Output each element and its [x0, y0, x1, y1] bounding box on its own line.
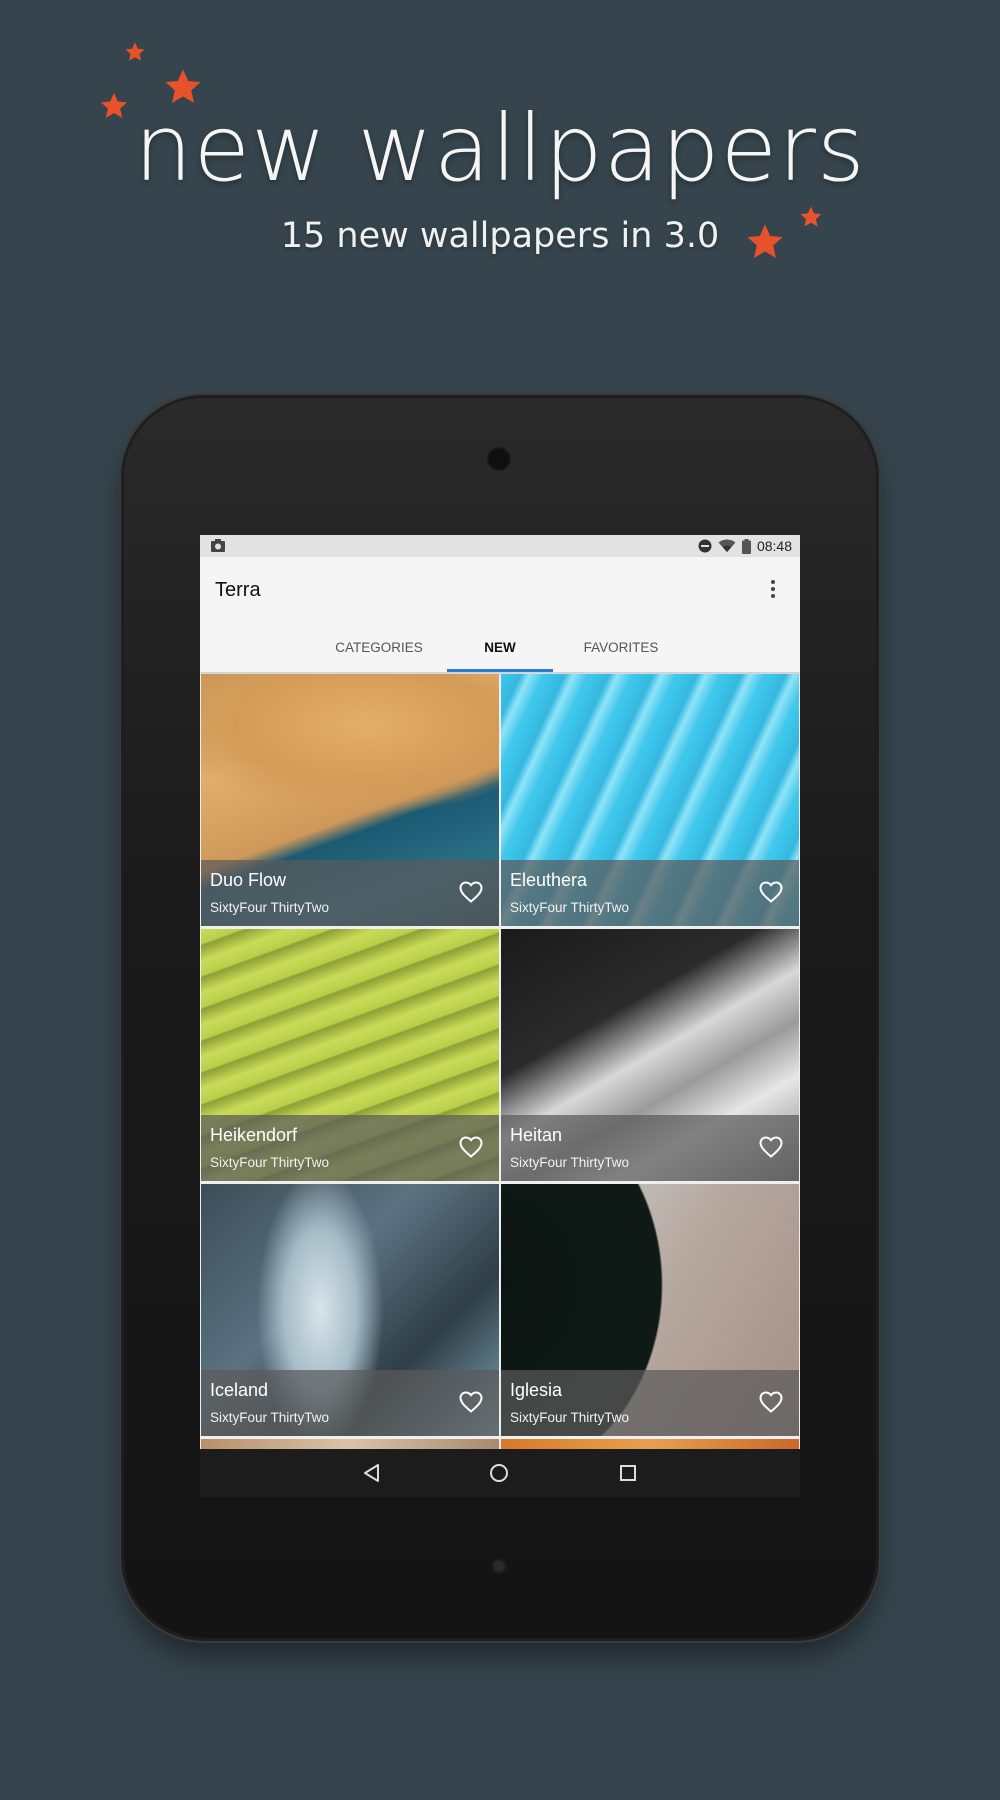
light-sensor	[494, 1561, 504, 1571]
back-icon[interactable]	[362, 1463, 382, 1483]
card-caption: Iglesia SixtyFour ThirtyTwo	[501, 1370, 799, 1436]
wallpaper-title: Eleuthera	[510, 870, 588, 890]
status-icons: 08:48	[698, 535, 792, 557]
wallpaper-author: SixtyFour ThirtyTwo	[210, 1155, 330, 1170]
favorite-heart-icon[interactable]	[459, 881, 483, 903]
card-caption: Duo Flow SixtyFour ThirtyTwo	[201, 860, 499, 926]
wallpaper-author: SixtyFour ThirtyTwo	[510, 1410, 630, 1425]
wifi-icon	[718, 539, 736, 552]
wallpaper-card[interactable]: Iglesia SixtyFour ThirtyTwo	[501, 1184, 799, 1436]
card-caption: Iceland SixtyFour ThirtyTwo	[201, 1370, 499, 1436]
more-vert-icon[interactable]	[770, 579, 776, 599]
promo-subtitle: 15 new wallpapers in 3.0	[280, 216, 720, 256]
wallpaper-card[interactable]: Heitan SixtyFour ThirtyTwo	[501, 929, 799, 1181]
favorite-heart-icon[interactable]	[459, 1136, 483, 1158]
front-camera	[487, 447, 511, 471]
wallpaper-title: Duo Flow	[210, 870, 287, 890]
tab-favorites[interactable]: FAVORITES	[553, 622, 689, 672]
tablet-device: 08:48 Terra CATEGORIES NEW FAVORITES Duo…	[124, 398, 876, 1638]
favorite-heart-icon[interactable]	[759, 1136, 783, 1158]
wallpaper-author: SixtyFour ThirtyTwo	[510, 1155, 630, 1170]
status-time: 08:48	[756, 538, 792, 554]
system-nav-bar	[200, 1449, 800, 1497]
screenshot-icon	[211, 539, 225, 552]
app-title: Terra	[215, 579, 261, 601]
wallpaper-card[interactable]: Duo Flow SixtyFour ThirtyTwo	[201, 674, 499, 926]
tab-bar: CATEGORIES NEW FAVORITES	[200, 622, 800, 672]
promo-title: new wallpapers	[134, 95, 866, 202]
app-toolbar: Terra CATEGORIES NEW FAVORITES	[200, 557, 800, 672]
wallpaper-title: Iceland	[210, 1380, 269, 1400]
wallpaper-author: SixtyFour ThirtyTwo	[210, 900, 330, 915]
wallpaper-title: Heikendorf	[210, 1125, 298, 1145]
favorite-heart-icon[interactable]	[759, 881, 783, 903]
star-icon	[125, 42, 145, 61]
status-bar: 08:48	[200, 535, 800, 557]
home-icon[interactable]	[489, 1463, 509, 1483]
tablet-screen: 08:48 Terra CATEGORIES NEW FAVORITES Duo…	[200, 535, 800, 1497]
recents-icon[interactable]	[618, 1463, 638, 1483]
wallpaper-title: Iglesia	[510, 1380, 563, 1400]
tab-new[interactable]: NEW	[447, 622, 553, 672]
wallpaper-title: Heitan	[510, 1125, 563, 1145]
card-caption: Eleuthera SixtyFour ThirtyTwo	[501, 860, 799, 926]
card-caption: Heitan SixtyFour ThirtyTwo	[501, 1115, 799, 1181]
wallpaper-author: SixtyFour ThirtyTwo	[210, 1410, 330, 1425]
battery-icon	[741, 538, 751, 554]
wallpaper-author: SixtyFour ThirtyTwo	[510, 900, 630, 915]
wallpaper-card[interactable]: Heikendorf SixtyFour ThirtyTwo	[201, 929, 499, 1181]
wallpaper-card[interactable]: Eleuthera SixtyFour ThirtyTwo	[501, 674, 799, 926]
dnd-icon	[698, 539, 712, 553]
favorite-heart-icon[interactable]	[759, 1391, 783, 1413]
favorite-heart-icon[interactable]	[459, 1391, 483, 1413]
wallpaper-card[interactable]: Iceland SixtyFour ThirtyTwo	[201, 1184, 499, 1436]
tab-categories[interactable]: CATEGORIES	[311, 622, 447, 672]
card-caption: Heikendorf SixtyFour ThirtyTwo	[201, 1115, 499, 1181]
